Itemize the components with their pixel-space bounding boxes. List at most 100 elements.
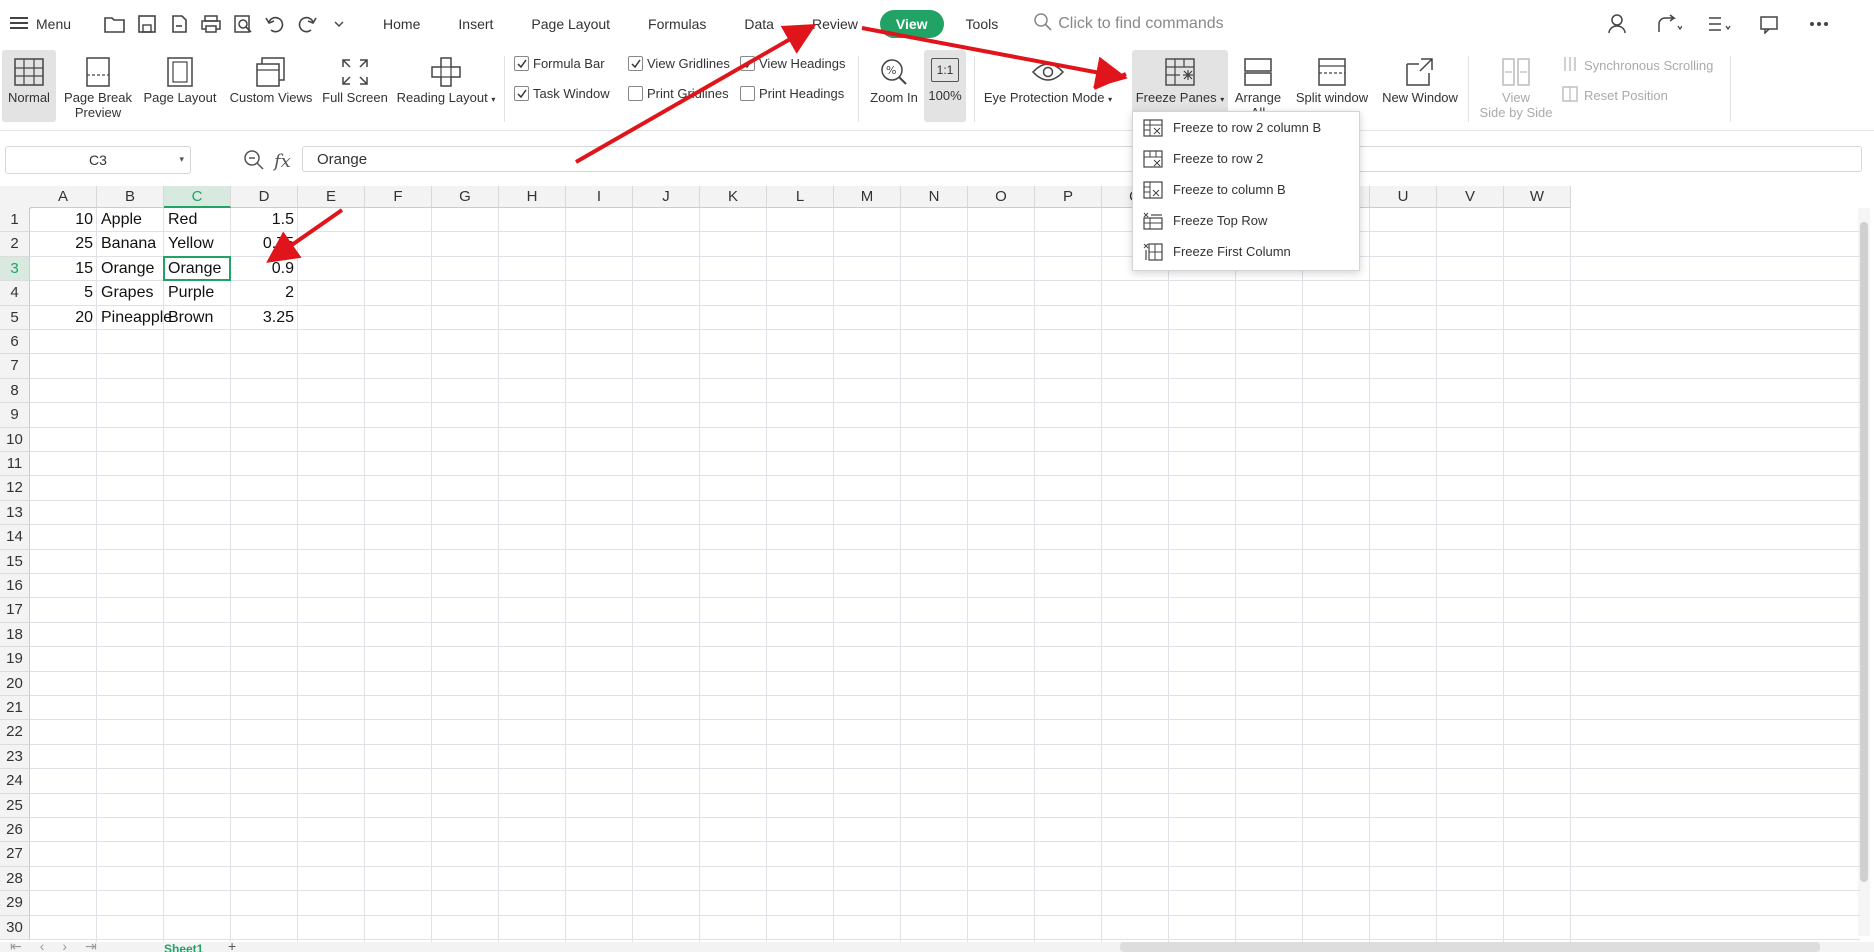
more-options-icon[interactable] <box>1804 10 1834 38</box>
page-layout-view-button[interactable]: Page Layout <box>140 50 220 122</box>
open-folder-icon[interactable] <box>101 10 129 38</box>
column-header-p[interactable]: P <box>1035 186 1102 208</box>
print-preview-icon[interactable] <box>229 10 257 38</box>
zoom-in-button[interactable]: % Zoom In <box>864 50 924 122</box>
freeze-top-row-item[interactable]: Freeze Top Row <box>1133 205 1359 236</box>
cell-a1[interactable]: 10 <box>30 208 97 232</box>
formula-input[interactable]: Orange <box>302 146 1862 172</box>
page-break-preview-button[interactable]: Page Break Preview <box>60 50 136 122</box>
normal-view-button[interactable]: Normal <box>2 50 56 122</box>
row-header-12[interactable]: 12 <box>0 476 30 501</box>
row-header-14[interactable]: 14 <box>0 525 30 550</box>
row-header-23[interactable]: 23 <box>0 744 30 770</box>
column-header-e[interactable]: E <box>298 186 365 208</box>
column-header-c[interactable]: C <box>164 186 231 208</box>
row-header-4[interactable]: 4 <box>0 281 30 306</box>
row-header-17[interactable]: 17 <box>0 598 30 623</box>
cell-a5[interactable]: 20 <box>30 306 97 330</box>
tab-page-layout[interactable]: Page Layout <box>515 10 626 38</box>
cell-b4[interactable]: Grapes <box>97 281 164 305</box>
full-screen-button[interactable]: Full Screen <box>320 50 390 122</box>
tab-home[interactable]: Home <box>367 10 436 38</box>
column-header-k[interactable]: K <box>700 186 767 208</box>
cell-b2[interactable]: Banana <box>97 232 164 256</box>
next-sheet-icon[interactable]: › <box>62 942 67 952</box>
redo-icon[interactable] <box>293 10 321 38</box>
vertical-scrollbar[interactable] <box>1858 208 1870 936</box>
formula-bar-checkbox[interactable]: Formula Bar <box>514 56 605 71</box>
cell-c5[interactable]: Brown <box>164 306 231 330</box>
row-header-15[interactable]: 15 <box>0 549 30 574</box>
collaborate-user-icon[interactable] <box>1604 10 1634 38</box>
cell-a3[interactable]: 15 <box>30 257 97 281</box>
row-header-6[interactable]: 6 <box>0 330 30 355</box>
row-header-28[interactable]: 28 <box>0 866 30 892</box>
column-header-u[interactable]: U <box>1370 186 1437 208</box>
cell-c1[interactable]: Red <box>164 208 231 232</box>
main-menu-button[interactable]: Menu <box>0 4 81 44</box>
row-header-30[interactable]: 30 <box>0 915 30 940</box>
insert-function-button[interactable]: fx <box>274 151 291 172</box>
column-header-o[interactable]: O <box>968 186 1035 208</box>
freeze-colB-item[interactable]: Freeze to column B <box>1133 174 1359 205</box>
column-header-i[interactable]: I <box>566 186 633 208</box>
share-icon[interactable] <box>1654 10 1684 38</box>
customize-toolbar-chevron-icon[interactable] <box>325 10 353 38</box>
reset-position-button[interactable]: Reset Position <box>1562 86 1668 105</box>
last-sheet-icon[interactable]: ⇥ <box>85 942 97 952</box>
column-header-g[interactable]: G <box>432 186 499 208</box>
sheet-tab-sheet1[interactable]: Sheet1 <box>164 942 203 952</box>
row-header-26[interactable]: 26 <box>0 818 30 843</box>
row-header-22[interactable]: 22 <box>0 720 30 745</box>
column-header-j[interactable]: J <box>633 186 700 208</box>
view-gridlines-checkbox[interactable]: View Gridlines <box>628 56 730 71</box>
freeze-row2-item[interactable]: Freeze to row 2 <box>1133 143 1359 174</box>
row-header-16[interactable]: 16 <box>0 574 30 599</box>
column-header-a[interactable]: A <box>30 186 97 208</box>
freeze-row2-colB-item[interactable]: Freeze to row 2 column B <box>1133 112 1359 143</box>
zoom-search-icon[interactable] <box>244 150 264 173</box>
row-header-10[interactable]: 10 <box>0 427 30 452</box>
tab-formulas[interactable]: Formulas <box>632 10 722 38</box>
tab-data[interactable]: Data <box>728 10 790 38</box>
cell-a2[interactable]: 25 <box>30 232 97 256</box>
comment-icon[interactable] <box>1754 10 1784 38</box>
name-box[interactable]: C3 ▾ <box>5 146 191 174</box>
freeze-first-column-item[interactable]: Freeze First Column <box>1133 236 1359 267</box>
add-sheet-button[interactable]: + <box>228 942 236 952</box>
view-headings-checkbox[interactable]: View Headings <box>740 56 845 71</box>
column-header-h[interactable]: H <box>499 186 566 208</box>
history-list-icon[interactable] <box>1704 10 1734 38</box>
column-header-m[interactable]: M <box>834 186 901 208</box>
command-search[interactable]: Click to find commands <box>1034 12 1224 36</box>
select-all-corner[interactable] <box>0 186 31 209</box>
export-pdf-icon[interactable] <box>165 10 193 38</box>
tab-insert[interactable]: Insert <box>442 10 509 38</box>
tab-view[interactable]: View <box>879 10 944 38</box>
cell-b5[interactable]: Pineapple <box>97 306 172 330</box>
cell-b3[interactable]: Orange <box>97 257 164 281</box>
print-headings-checkbox[interactable]: Print Headings <box>740 86 844 101</box>
row-header-27[interactable]: 27 <box>0 842 30 867</box>
save-icon[interactable] <box>133 10 161 38</box>
eye-protection-mode-button[interactable]: Eye Protection Mode ▾ <box>980 50 1116 122</box>
row-header-19[interactable]: 19 <box>0 647 30 672</box>
print-gridlines-checkbox[interactable]: Print Gridlines <box>628 86 729 101</box>
horizontal-scrollbar[interactable] <box>1120 942 1820 952</box>
cell-d4[interactable]: 2 <box>231 281 298 305</box>
row-header-20[interactable]: 20 <box>0 671 30 696</box>
tab-review[interactable]: Review <box>796 10 874 38</box>
row-header-11[interactable]: 11 <box>0 452 30 477</box>
scroll-thumb[interactable] <box>1860 222 1868 882</box>
column-header-n[interactable]: N <box>901 186 968 208</box>
cell-c4[interactable]: Purple <box>164 281 231 305</box>
row-header-24[interactable]: 24 <box>0 769 30 794</box>
row-header-1[interactable]: 1 <box>0 208 30 233</box>
column-header-b[interactable]: B <box>97 186 164 208</box>
column-header-f[interactable]: F <box>365 186 432 208</box>
cell-a4[interactable]: 5 <box>30 281 97 305</box>
row-header-3[interactable]: 3 <box>0 256 30 282</box>
cell-d1[interactable]: 1.5 <box>231 208 298 232</box>
row-header-18[interactable]: 18 <box>0 622 30 648</box>
row-header-25[interactable]: 25 <box>0 793 30 818</box>
